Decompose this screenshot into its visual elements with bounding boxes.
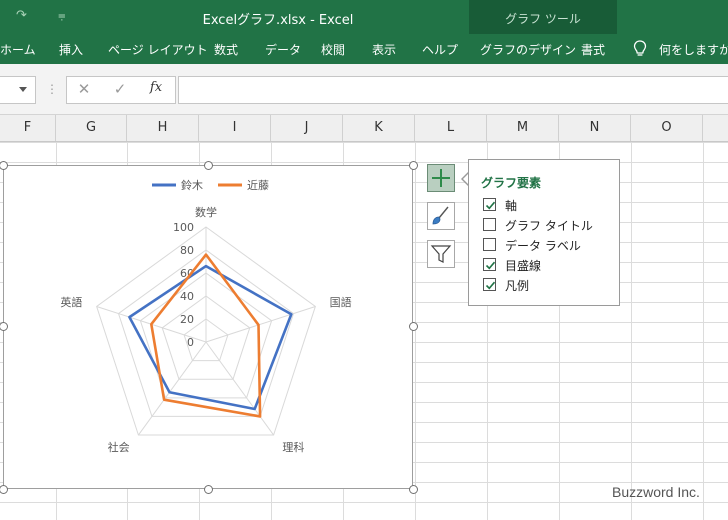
redo-icon[interactable]: ↷: [16, 8, 27, 23]
option-label: 凡例: [505, 279, 530, 293]
category-label: 国語: [330, 295, 352, 309]
tick-label: 20: [180, 313, 194, 326]
formula-input[interactable]: [178, 76, 728, 104]
formula-bar-grip-icon: ⋮: [46, 82, 58, 96]
tick-label: 40: [180, 290, 194, 303]
title-bar: [0, 0, 728, 34]
panel-title: グラフ要素: [481, 176, 542, 190]
tab-home[interactable]: ホーム: [0, 41, 36, 58]
tab-chart-design[interactable]: グラフのデザイン: [480, 41, 576, 58]
checkbox[interactable]: [483, 198, 496, 211]
option-label: 目盛線: [505, 259, 542, 273]
legend-label: 近藤: [247, 179, 269, 192]
checkmark-icon: [485, 261, 496, 270]
category-label: 数学: [195, 205, 217, 219]
funnel-icon: [430, 245, 452, 263]
tick-label: 80: [180, 244, 194, 257]
resize-handle[interactable]: [204, 161, 213, 170]
checkmark-icon: [485, 281, 496, 290]
customize-qat-icon[interactable]: ⩦: [58, 8, 66, 23]
checkbox[interactable]: [483, 238, 496, 251]
cancel-icon[interactable]: ✕: [74, 80, 94, 98]
column-header[interactable]: K: [343, 115, 415, 141]
column-header[interactable]: F: [0, 115, 56, 141]
grid-line: [415, 142, 416, 520]
column-header[interactable]: H: [127, 115, 199, 141]
column-headers: F G H I J K L M N O: [0, 115, 728, 142]
column-header[interactable]: O: [631, 115, 703, 141]
category-label: 英語: [60, 295, 82, 309]
tick-label: 100: [173, 221, 194, 234]
checkbox[interactable]: [483, 218, 496, 231]
resize-handle[interactable]: [204, 485, 213, 494]
tab-formulas[interactable]: 数式: [214, 41, 238, 58]
resize-handle[interactable]: [409, 485, 418, 494]
tick-label: 0: [187, 336, 194, 349]
radar-chart[interactable]: 0 20 40 60 80 100 数学 国語 理科 社会 英語 鈴木 近藤: [3, 165, 413, 489]
name-box[interactable]: [0, 76, 36, 104]
chart-filters-button[interactable]: [427, 240, 455, 268]
tab-review[interactable]: 校閲: [321, 41, 345, 58]
option-label: データ ラベル: [505, 239, 581, 253]
tab-help[interactable]: ヘルプ: [422, 41, 458, 58]
checkmark-icon: [485, 201, 496, 210]
column-header[interactable]: L: [415, 115, 487, 141]
radar-chart-svg: 020406080100数学国語理科社会英語鈴木 近藤: [60, 178, 352, 454]
watermark: Buzzword Inc.: [612, 484, 700, 500]
tab-page-layout[interactable]: ページ レイアウト: [108, 41, 208, 58]
context-group-title: グラフ ツール: [505, 12, 581, 26]
tab-data[interactable]: データ: [265, 41, 301, 58]
category-label: 理科: [282, 440, 304, 454]
axis-spoke: [205, 305, 316, 343]
axis-spoke: [138, 341, 207, 436]
option-label: グラフ タイトル: [505, 219, 593, 233]
enter-icon[interactable]: ✓: [110, 80, 130, 98]
tab-insert[interactable]: 挿入: [59, 41, 83, 58]
option-label: 軸: [505, 199, 518, 213]
checkbox[interactable]: [483, 278, 496, 291]
resize-handle[interactable]: [409, 322, 418, 331]
grid-line: [631, 142, 632, 520]
plus-icon: [432, 169, 450, 187]
chart-elements-button[interactable]: [427, 164, 455, 192]
tab-format[interactable]: 書式: [581, 41, 605, 58]
chevron-down-icon[interactable]: [19, 87, 27, 93]
document-title: Excelグラフ.xlsx - Excel: [202, 13, 354, 28]
column-header[interactable]: M: [487, 115, 559, 141]
grid-line: [703, 142, 704, 520]
checkbox[interactable]: [483, 258, 496, 271]
lightbulb-icon[interactable]: [633, 40, 647, 58]
chart-styles-button[interactable]: [427, 202, 455, 230]
tab-view[interactable]: 表示: [372, 41, 396, 58]
chart-elements-panel: グラフ要素 軸 グラフ タイトル データ ラベル 目盛線 凡例: [468, 159, 620, 306]
column-header[interactable]: J: [271, 115, 343, 141]
column-header[interactable]: N: [559, 115, 631, 141]
column-header[interactable]: I: [199, 115, 271, 141]
tell-me-search[interactable]: 何をしますか: [659, 41, 728, 58]
category-label: 社会: [108, 440, 130, 454]
column-header[interactable]: G: [56, 115, 127, 141]
resize-handle[interactable]: [409, 161, 418, 170]
insert-function-button[interactable]: fx: [146, 80, 166, 95]
legend-label: 鈴木: [181, 178, 203, 192]
paintbrush-icon: [432, 206, 449, 225]
